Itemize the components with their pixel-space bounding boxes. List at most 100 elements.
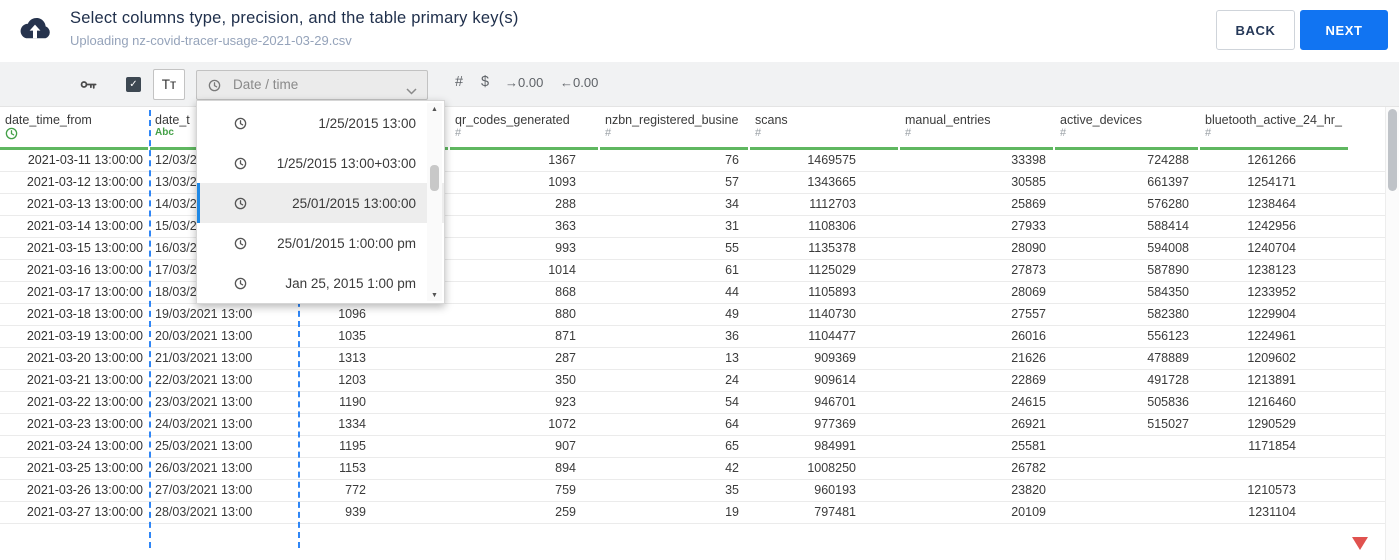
format-option[interactable]: 1/25/2015 13:00 <box>197 103 444 143</box>
table-cell <box>1350 502 1385 523</box>
table-cell: 28/03/2021 13:00 <box>155 505 253 519</box>
column-name: nzbn_registered_busine <box>605 113 739 127</box>
column-type-indicator: # <box>605 127 612 139</box>
table-cell <box>1350 216 1385 237</box>
table-cell <box>1350 436 1385 457</box>
table-cell: 772 <box>345 483 366 497</box>
column-header-bluetooth_active_24_hr[interactable]: bluetooth_active_24_hr_ # <box>1200 110 1350 150</box>
increase-decimals-button[interactable]: →0.00 <box>505 75 543 90</box>
table-cell: 2021-03-27 13:00:00 <box>26 505 143 519</box>
next-button[interactable]: NEXT <box>1300 10 1388 50</box>
column-fill-bar <box>0 147 148 150</box>
table-cell: 259 <box>555 505 576 519</box>
table-cell: 2021-03-20 13:00:00 <box>26 351 143 365</box>
upload-status-text: Uploading nz-covid-tracer-usage-2021-03-… <box>70 33 352 48</box>
table-cell: 35 <box>725 483 739 497</box>
table-cell: 287 <box>555 351 576 365</box>
table-cell: 2021-03-14 13:00:00 <box>26 219 143 233</box>
table-row: 2021-03-24 13:00:00 25/03/2021 13:00 1195 9… <box>0 436 1385 458</box>
column-fill-bar <box>1200 147 1348 150</box>
column-header-qr_codes_generated[interactable]: qr_codes_generated # <box>450 110 600 150</box>
column-header-nzbn_registered_busine[interactable]: nzbn_registered_busine # <box>600 110 750 150</box>
table-cell: 24 <box>725 373 739 387</box>
column-header-date_time_from[interactable]: date_time_from <box>0 110 150 150</box>
selected-column-left-marker <box>149 110 151 548</box>
table-cell <box>1350 480 1385 501</box>
red-triangle-indicator <box>1352 537 1368 550</box>
table-cell: 31 <box>725 219 739 233</box>
table-cell: 2021-03-22 13:00:00 <box>26 395 143 409</box>
back-button[interactable]: BACK <box>1216 10 1295 50</box>
column-type-indicator: # <box>755 127 762 139</box>
table-cell: 2021-03-11 13:00:00 <box>27 153 143 167</box>
table-cell: 2021-03-17 13:00:00 <box>26 285 143 299</box>
table-cell: 42 <box>725 461 739 475</box>
scroll-down-icon[interactable]: ▼ <box>427 289 442 301</box>
table-cell <box>1350 172 1385 193</box>
text-type-button[interactable]: Tт <box>153 69 185 100</box>
format-option-list: 1/25/2015 13:00 1/25/2015 13:00+03:00 25/0… <box>197 103 444 303</box>
table-cell: 27933 <box>1011 219 1046 233</box>
table-cell: 61 <box>725 263 739 277</box>
column-name <box>1355 110 1385 127</box>
table-cell: 894 <box>555 461 576 475</box>
vertical-scrollbar[interactable] <box>1385 107 1399 560</box>
currency-type-button[interactable]: $ <box>481 74 489 90</box>
column-fill-bar <box>1055 147 1198 150</box>
chevron-down-icon <box>406 82 417 100</box>
table-cell: 2021-03-15 13:00:00 <box>26 241 143 255</box>
table-cell: 1035 <box>338 329 366 343</box>
table-cell: 25/03/2021 13:00 <box>155 439 253 453</box>
primary-key-icon[interactable] <box>79 75 98 99</box>
column-type-indicator <box>1355 127 1385 142</box>
column-name: qr_codes_generated <box>455 113 570 127</box>
table-cell <box>1055 502 1200 523</box>
table-cell: 923 <box>555 395 576 409</box>
table-cell: 588414 <box>1147 219 1189 233</box>
table-cell: 1140730 <box>808 307 856 321</box>
table-cell: 907 <box>555 439 576 453</box>
table-cell: 363 <box>555 219 576 233</box>
format-option[interactable]: 1/25/2015 13:00+03:00 <box>197 143 444 183</box>
table-cell: 1008250 <box>807 461 856 475</box>
table-cell: 1238464 <box>1247 197 1296 211</box>
table-cell: 759 <box>555 483 576 497</box>
header-titles: Select columns type, precision, and the … <box>70 9 519 48</box>
table-cell: 1213891 <box>1247 373 1296 387</box>
format-option[interactable]: Jan 25, 2015 1:00 pm <box>197 263 444 303</box>
table-cell: 25581 <box>1011 439 1046 453</box>
column-header-scans[interactable]: scans # <box>750 110 900 150</box>
table-cell: 26016 <box>1011 329 1046 343</box>
table-cell: 28069 <box>1011 285 1046 299</box>
table-cell: 2021-03-26 13:00:00 <box>26 483 143 497</box>
column-header-manual_entries[interactable]: manual_entries # <box>900 110 1055 150</box>
format-option[interactable]: 25/01/2015 1:00:00 pm <box>197 223 444 263</box>
dropdown-scrollbar-thumb[interactable] <box>430 165 439 191</box>
table-cell <box>1350 282 1385 303</box>
column-type-select[interactable]: Date / time <box>196 70 428 100</box>
table-cell: 977369 <box>814 417 856 431</box>
dropdown-scrollbar[interactable]: ▲ ▼ <box>427 103 442 301</box>
table-cell: 478889 <box>1147 351 1189 365</box>
table-cell <box>1350 326 1385 347</box>
decrease-decimals-button[interactable]: ←0.00 <box>560 75 598 90</box>
table-cell: 57 <box>725 175 739 189</box>
table-cell: 19 <box>725 505 739 519</box>
column-header-active_devices[interactable]: active_devices # <box>1055 110 1200 150</box>
scroll-up-icon[interactable]: ▲ <box>427 103 442 115</box>
table-cell: 1261266 <box>1247 153 1296 167</box>
table-cell <box>1055 436 1200 457</box>
format-option[interactable]: 25/01/2015 13:00:00 <box>197 183 444 223</box>
table-cell: 909614 <box>814 373 856 387</box>
table-row: 2021-03-25 13:00:00 26/03/2021 13:00 1153 8… <box>0 458 1385 480</box>
table-cell: 556123 <box>1147 329 1189 343</box>
vertical-scrollbar-thumb[interactable] <box>1388 109 1397 191</box>
table-cell <box>1350 348 1385 369</box>
number-type-button[interactable]: # <box>455 74 463 90</box>
column-name: date_time_from <box>5 113 92 127</box>
table-cell: 21/03/2021 13:00 <box>155 351 253 365</box>
wizard-header: Select columns type, precision, and the … <box>0 0 1399 62</box>
column-name: scans <box>755 113 788 127</box>
include-column-checkbox[interactable]: ✓ <box>126 77 141 92</box>
column-type-indicator: # <box>1205 127 1212 139</box>
